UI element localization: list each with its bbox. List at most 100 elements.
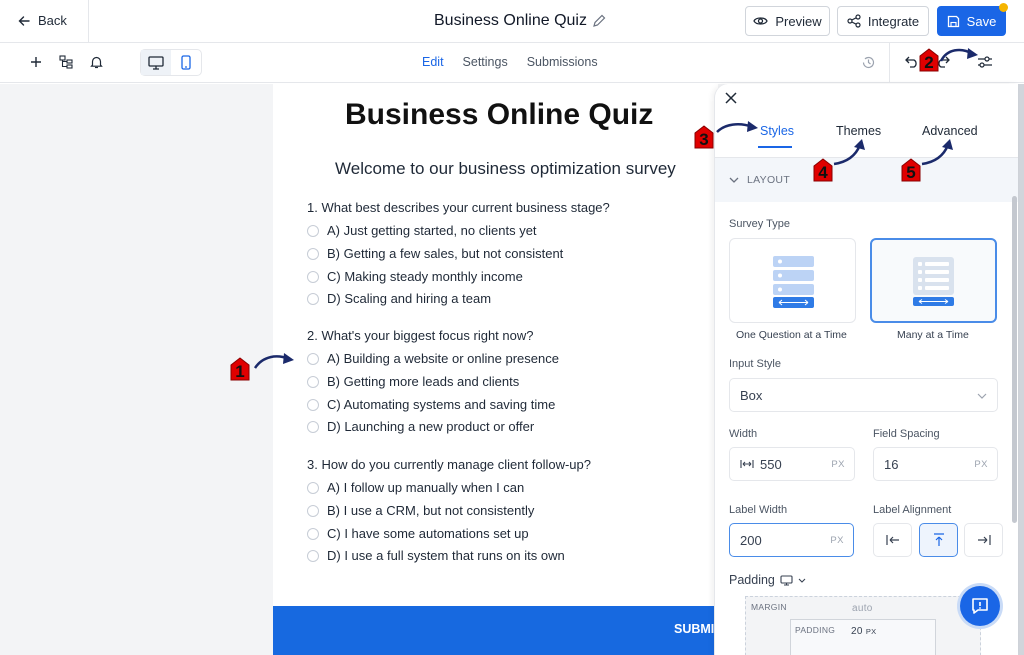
callout-arrow-3 [716,121,758,133]
mobile-view-button[interactable] [171,50,201,75]
radio-button[interactable] [307,420,319,433]
panel-scrollbar[interactable] [1012,196,1017,523]
back-button[interactable]: Back [18,13,67,28]
align-right-button[interactable] [964,523,1003,557]
chevron-down-icon [977,393,987,399]
pencil-icon[interactable] [592,14,606,28]
width-arrows-icon [740,460,754,468]
support-chat-button[interactable] [960,586,1000,626]
radio-button[interactable] [307,352,319,365]
form-preview: Business Online Quiz Welcome to our busi… [273,84,722,655]
radio-button[interactable] [307,247,319,260]
editor-toolbar: Edit Settings Submissions [0,43,1024,83]
phone-icon [181,55,191,70]
many-questions-illustration-icon [913,257,954,306]
radio-option[interactable]: A) I follow up manually when I can [307,480,524,495]
integrate-button[interactable]: Integrate [837,6,929,36]
tab-advanced[interactable]: Advanced [922,124,978,138]
tab-styles[interactable]: Styles [760,124,794,138]
form-heading[interactable]: Business Online Quiz [345,98,653,132]
save-button[interactable]: Save [937,6,1006,36]
history-button[interactable] [860,54,876,70]
radio-option[interactable]: D) Launching a new product or offer [307,419,534,434]
form-subheading[interactable]: Welcome to our business optimization sur… [335,159,676,179]
tab-settings[interactable]: Settings [463,55,508,69]
bell-icon [89,56,103,69]
radio-option[interactable]: B) Getting more leads and clients [307,374,519,389]
callout-arrow-2 [939,48,978,62]
tab-themes[interactable]: Themes [836,124,881,138]
callout-marker-2: 2 [918,48,940,72]
layers-button[interactable] [58,54,74,70]
radio-button[interactable] [307,224,319,237]
desktop-view-button[interactable] [141,50,171,75]
form-title-editor[interactable]: Business Online Quiz [434,12,606,30]
radio-button[interactable] [307,527,319,540]
input-style-select[interactable]: Box [729,378,998,412]
padding-value[interactable]: 20 PX [851,626,876,637]
label-alignment-label: Label Alignment [873,504,952,516]
tab-edit[interactable]: Edit [422,55,444,69]
radio-option[interactable]: D) Scaling and hiring a team [307,291,491,306]
radio-button[interactable] [307,270,319,283]
save-disk-icon [947,15,959,27]
notifications-button[interactable] [88,54,104,70]
label-width-input[interactable]: 200 PX [729,523,854,557]
margin-box-label: MARGIN [751,602,787,612]
layout-section-title: LAYOUT [729,174,790,186]
add-element-button[interactable] [28,54,44,70]
radio-option[interactable]: C) Making steady monthly income [307,269,523,284]
device-toggle [140,49,202,76]
label-width-value: 200 [740,532,762,548]
canvas-scroll-track [1018,84,1024,655]
radio-option[interactable]: B) I use a CRM, but not consistently [307,503,534,518]
undo-icon [905,56,917,68]
radio-option[interactable]: C) I have some automations set up [307,526,529,541]
radio-button[interactable] [307,292,319,305]
radio-button[interactable] [307,504,319,517]
radio-option[interactable]: C) Automating systems and saving time [307,397,555,412]
tab-submissions[interactable]: Submissions [527,55,598,69]
option-label: C) Automating systems and saving time [327,397,556,412]
history-icon [862,56,874,68]
question-label: 2. What's your biggest focus right now? [307,328,534,343]
padding-number: 20 [851,626,863,637]
preview-button[interactable]: Preview [745,6,830,36]
align-left-button[interactable] [873,523,912,557]
box-model-editor: MARGIN auto PADDING 20 PX [745,596,981,655]
radio-button[interactable] [307,549,319,562]
padding-unit: PX [865,627,877,636]
margin-value[interactable]: auto [852,603,873,614]
width-input[interactable]: 550 PX [729,447,855,481]
eye-icon [753,17,769,25]
survey-type-one-question[interactable] [729,238,856,323]
callout-marker-3: 3 [693,125,715,149]
survey-type-label: Survey Type [729,218,790,230]
back-label: Back [38,13,67,28]
radio-button[interactable] [307,375,319,388]
notification-dot [999,3,1008,12]
unit-label: PX [830,535,844,546]
field-spacing-input[interactable]: 16 PX [873,447,998,481]
option-label: B) I use a CRM, but not consistently [327,503,535,518]
close-icon [725,92,737,104]
radio-button[interactable] [307,398,319,411]
survey-type-many-at-a-time[interactable] [870,238,997,323]
top-bar: Back Business Online Quiz Preview Integr… [0,0,1024,43]
option-label: C) Making steady monthly income [327,269,523,284]
submit-button[interactable]: SUBMIT [273,606,722,655]
one-question-illustration-icon [773,256,814,308]
callout-number: 3 [699,130,709,149]
align-top-button[interactable] [919,523,958,557]
unit-label: PX [974,459,988,470]
callout-number: 2 [924,53,934,72]
padding-device-selector[interactable]: Padding [729,573,806,587]
radio-option[interactable]: B) Getting a few sales, but not consiste… [307,246,563,261]
editor-tabs: Edit Settings Submissions [422,55,598,69]
radio-button[interactable] [307,481,319,494]
radio-option[interactable]: D) I use a full system that runs on its … [307,548,565,563]
close-panel-button[interactable] [723,90,739,106]
radio-option[interactable]: A) Just getting started, no clients yet [307,223,537,238]
divider [88,0,89,43]
radio-option[interactable]: A) Building a website or online presence [307,351,559,366]
